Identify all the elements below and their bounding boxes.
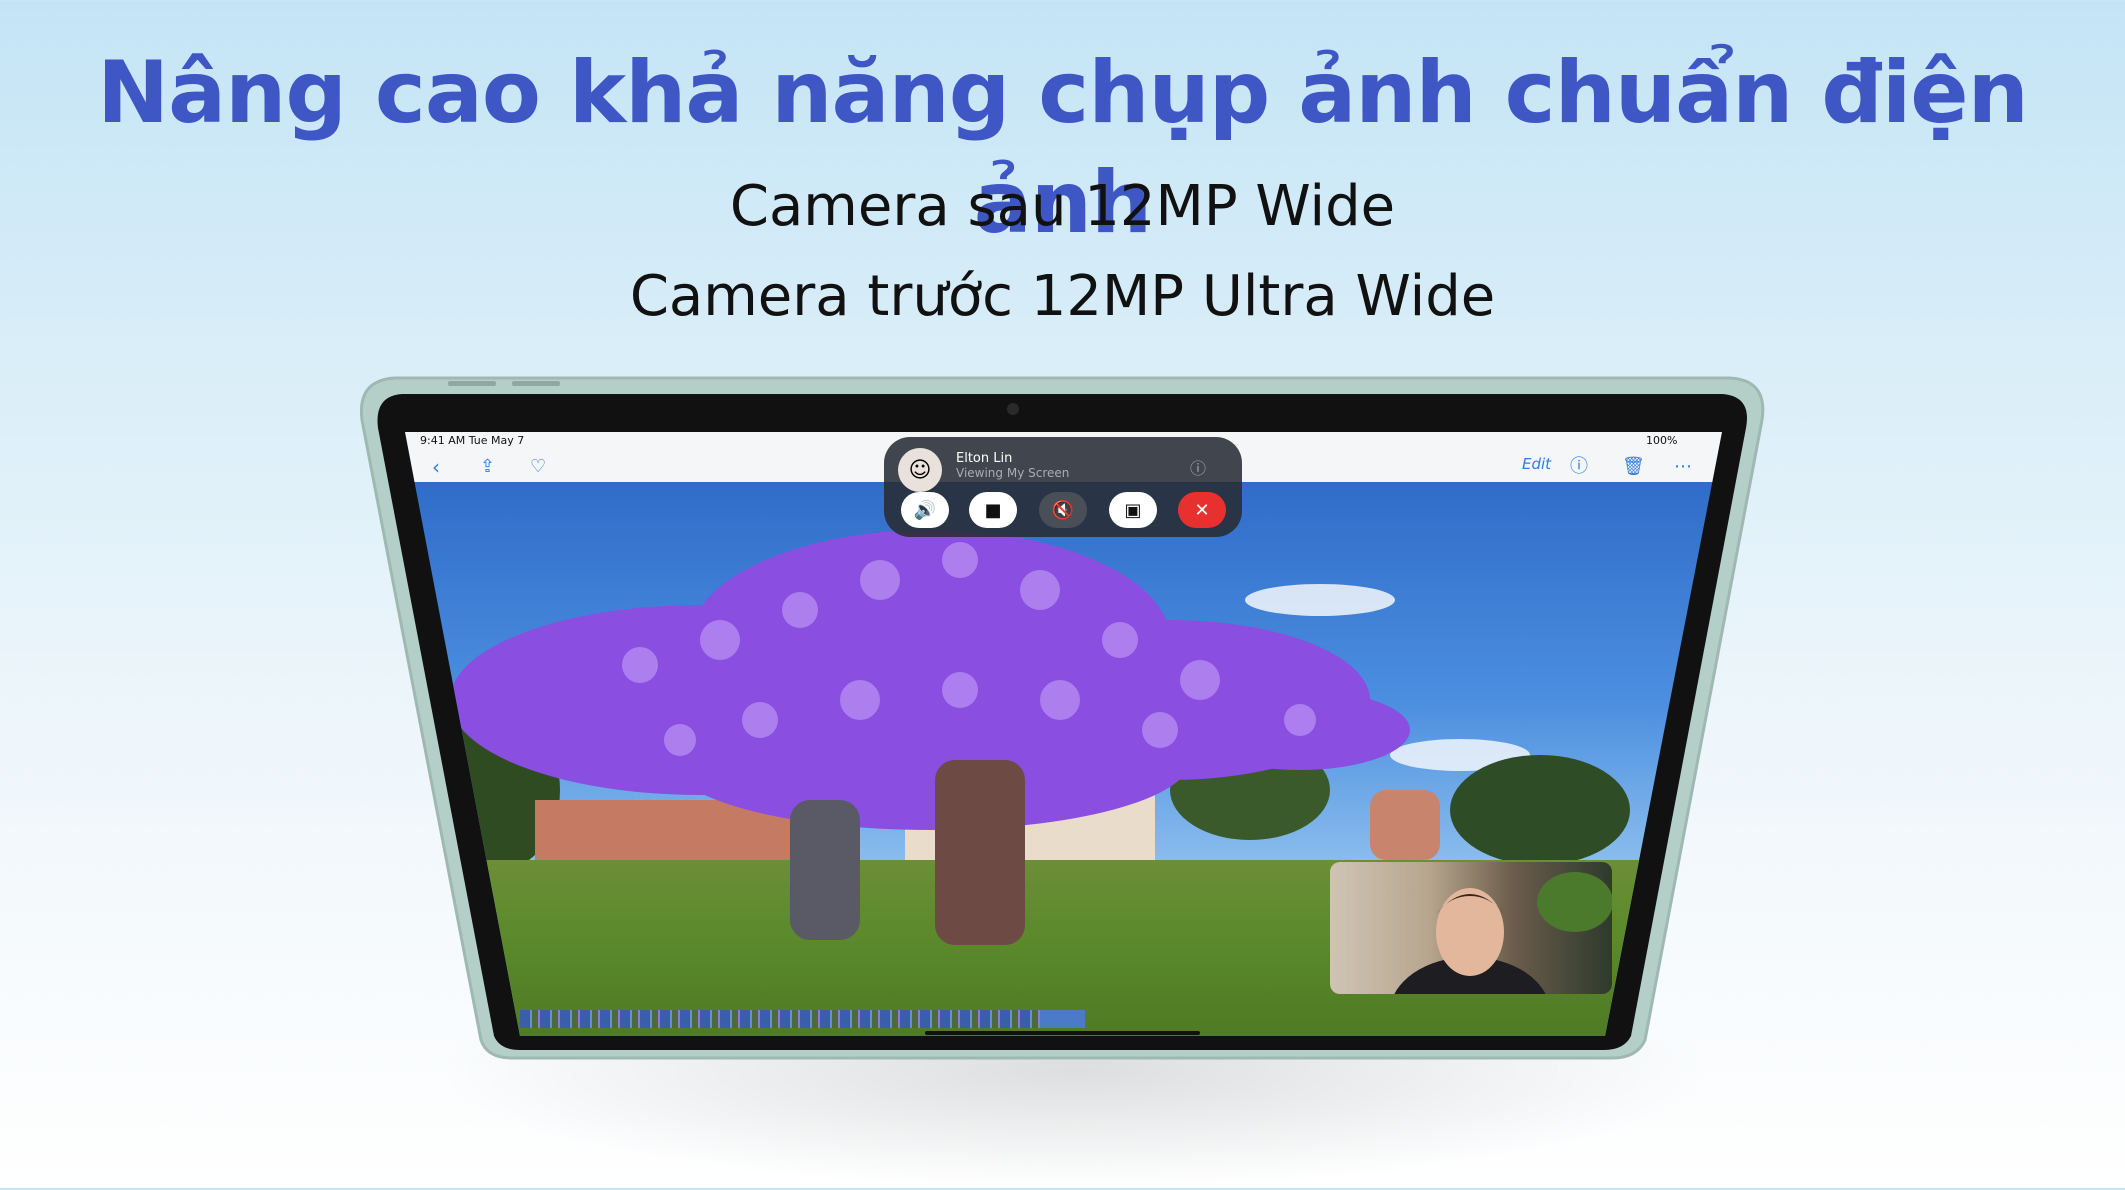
filmstrip-selected-thumb[interactable] — [1040, 1010, 1085, 1028]
info-icon[interactable]: ⓘ — [1570, 455, 1588, 479]
call-status: Viewing My Screen — [956, 466, 1070, 480]
video-button[interactable]: ■ — [969, 492, 1017, 528]
caller-name: Elton Lin — [956, 451, 1013, 466]
girl-figure — [1370, 790, 1440, 860]
person-portrait — [1390, 872, 1612, 994]
mute-button[interactable]: 🔇 — [1039, 492, 1087, 528]
trash-icon[interactable]: 🗑 — [1622, 455, 1645, 479]
volume-button-2 — [512, 381, 560, 386]
front-camera-lens — [1007, 403, 1019, 415]
mic-slash-icon: 🔇 — [1051, 499, 1075, 521]
child-figure — [790, 800, 860, 940]
share-screen-button[interactable]: ▣ — [1109, 492, 1157, 528]
back-chevron-icon[interactable]: ‹ — [432, 455, 440, 479]
status-time: 9:41 AM Tue May 7 — [420, 434, 525, 447]
video-camera-icon: ■ — [984, 499, 1002, 521]
caller-avatar: ☺ — [898, 448, 942, 492]
call-info-icon[interactable]: ⓘ — [1190, 455, 1206, 479]
edit-button[interactable]: Edit — [1522, 455, 1551, 473]
end-call-button[interactable]: ✕ — [1178, 492, 1226, 528]
share-icon[interactable]: ⇪ — [480, 455, 495, 479]
more-options-icon[interactable]: ⋯ — [1674, 455, 1692, 479]
home-indicator — [925, 1031, 1200, 1035]
adult-figure — [935, 760, 1025, 945]
person-face — [1436, 888, 1504, 976]
status-battery: 100% — [1646, 434, 1678, 447]
speaker-button[interactable]: 🔊 — [901, 492, 949, 528]
screen-share-icon: ▣ — [1124, 499, 1142, 521]
favorite-heart-icon[interactable]: ♡ — [530, 455, 546, 479]
plant — [1537, 872, 1612, 932]
speaker-icon: 🔊 — [913, 499, 937, 521]
volume-button-1 — [448, 381, 496, 386]
facetime-self-view[interactable] — [1330, 862, 1612, 994]
photo-filmstrip[interactable] — [520, 1010, 1085, 1028]
close-icon: ✕ — [1194, 499, 1210, 521]
